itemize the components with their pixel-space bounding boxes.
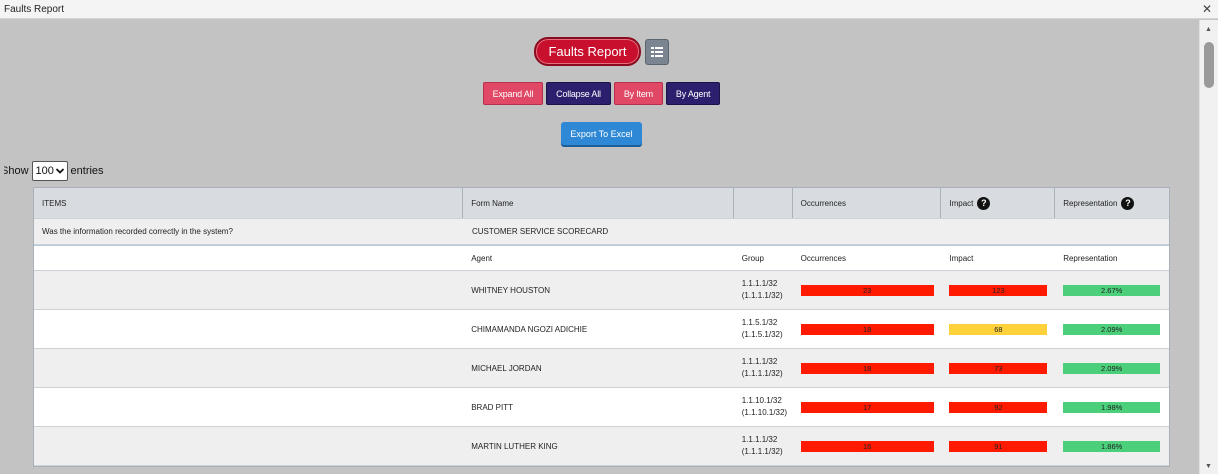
title-bar: Faults Report ✕	[0, 0, 1218, 19]
occurrences-bar: 17	[800, 401, 934, 413]
agent-group: 1.1.10.1/32 (1.1.10.1/32)	[741, 396, 788, 417]
table-row: CHIMAMANDA NGOZI ADICHIE 1.1.5.1/32 (1.1.…	[34, 310, 1169, 349]
expand-all-button[interactable]: Expand All	[482, 82, 544, 105]
header-form-name[interactable]: Form Name	[463, 188, 734, 218]
agent-group: 1.1.1.1/32 (1.1.1.1/32)	[741, 357, 783, 378]
header-occurrences[interactable]: Occurrences	[793, 188, 942, 218]
agent-name: MICHAEL JORDAN	[471, 363, 542, 373]
agent-name: BRAD PITT	[471, 402, 513, 412]
occurrences-bar: 16	[800, 440, 934, 452]
entries-suffix: entries	[70, 165, 104, 177]
occurrences-bar: 23	[800, 284, 934, 296]
item-form-name: CUSTOMER SERVICE SCORECARD	[472, 227, 609, 236]
representation-bar: 2.09%	[1063, 362, 1161, 374]
agent-group: 1.1.1.1/32 (1.1.1.1/32)	[741, 435, 783, 456]
item-question: Was the information recorded correctly i…	[42, 227, 233, 236]
table-row: BRAD PITT 1.1.10.1/32 (1.1.10.1/32) 17 92…	[34, 388, 1169, 427]
impact-bar: 123	[949, 284, 1048, 296]
subheader-group: Group	[741, 253, 764, 263]
subheader-agent: Agent	[471, 253, 493, 263]
representation-bar: 1.98%	[1063, 401, 1161, 413]
header-group[interactable]	[734, 188, 793, 218]
scroll-down-icon[interactable]: ▼	[1205, 463, 1212, 470]
header-representation[interactable]: Representation?	[1055, 188, 1169, 218]
agent-subheader-row: Agent Group Occurrences Impact Represent…	[34, 245, 1169, 271]
representation-bar: 2.67%	[1063, 284, 1161, 296]
table-row: MICHAEL JORDAN 1.1.1.1/32 (1.1.1.1/32) 18…	[34, 349, 1169, 388]
subheader-impact: Impact	[949, 253, 974, 263]
table-header-row: ITEMS Form Name Occurrences Impact? Repr…	[34, 188, 1169, 219]
by-item-button[interactable]: By Item	[613, 82, 663, 105]
faults-table: ITEMS Form Name Occurrences Impact? Repr…	[33, 187, 1170, 467]
show-label: Show	[4, 165, 29, 177]
table-row: MARTIN LUTHER KING 1.1.1.1/32 (1.1.1.1/32…	[34, 427, 1169, 466]
window-title: Faults Report	[4, 3, 65, 15]
scroll-thumb[interactable]	[1204, 42, 1214, 88]
representation-bar: 2.09%	[1063, 323, 1161, 335]
faults-report-pill[interactable]: Faults Report	[534, 37, 641, 66]
item-row[interactable]: Was the information recorded correctly i…	[34, 219, 1169, 245]
impact-bar: 91	[949, 440, 1048, 452]
entries-control: Show 100 entries	[4, 161, 104, 181]
agent-name: MARTIN LUTHER KING	[471, 441, 558, 451]
agent-group: 1.1.5.1/32 (1.1.5.1/32)	[741, 318, 783, 339]
header-impact[interactable]: Impact?	[941, 188, 1056, 218]
table-row: WHITNEY HOUSTON 1.1.1.1/32 (1.1.1.1/32) 2…	[34, 271, 1169, 310]
impact-bar: 68	[949, 323, 1048, 335]
header-items[interactable]: ITEMS	[34, 188, 464, 218]
occurrences-bar: 18	[800, 362, 934, 374]
help-icon[interactable]: ?	[1121, 196, 1135, 210]
export-row: Export To Excel	[4, 122, 1199, 145]
agent-name: CHIMAMANDA NGOZI ADICHIE	[471, 324, 588, 334]
report-header: Faults Report	[4, 37, 1199, 66]
help-icon[interactable]: ?	[977, 196, 991, 210]
chevron-down-icon	[55, 168, 64, 174]
impact-bar: 92	[949, 401, 1048, 413]
agent-group: 1.1.1.1/32 (1.1.1.1/32)	[741, 279, 783, 300]
entries-select[interactable]: 100	[31, 161, 68, 181]
impact-bar: 73	[949, 362, 1048, 374]
view-buttons: Expand All Collapse All By Item By Agent	[4, 82, 1199, 105]
report-content: Faults Report Expand All Collapse All By…	[4, 20, 1199, 474]
list-view-button[interactable]	[644, 38, 669, 65]
export-to-excel-button[interactable]: Export To Excel	[561, 122, 642, 145]
subheader-occurrences: Occurrences	[800, 253, 846, 263]
subheader-representation: Representation	[1063, 253, 1118, 263]
collapse-all-button[interactable]: Collapse All	[546, 82, 611, 105]
by-agent-button[interactable]: By Agent	[665, 82, 721, 105]
faults-report-window: Faults Report ✕ Faults Report Expand All…	[0, 0, 1218, 474]
close-icon[interactable]: ✕	[1202, 2, 1212, 16]
representation-bar: 1.86%	[1063, 440, 1161, 452]
agent-name: WHITNEY HOUSTON	[471, 285, 551, 295]
occurrences-bar: 18	[800, 323, 934, 335]
vertical-scrollbar[interactable]: ▲ ▼	[1199, 20, 1218, 474]
entries-value: 100	[35, 165, 54, 177]
list-icon	[650, 46, 663, 57]
scroll-up-icon[interactable]: ▲	[1205, 26, 1212, 33]
